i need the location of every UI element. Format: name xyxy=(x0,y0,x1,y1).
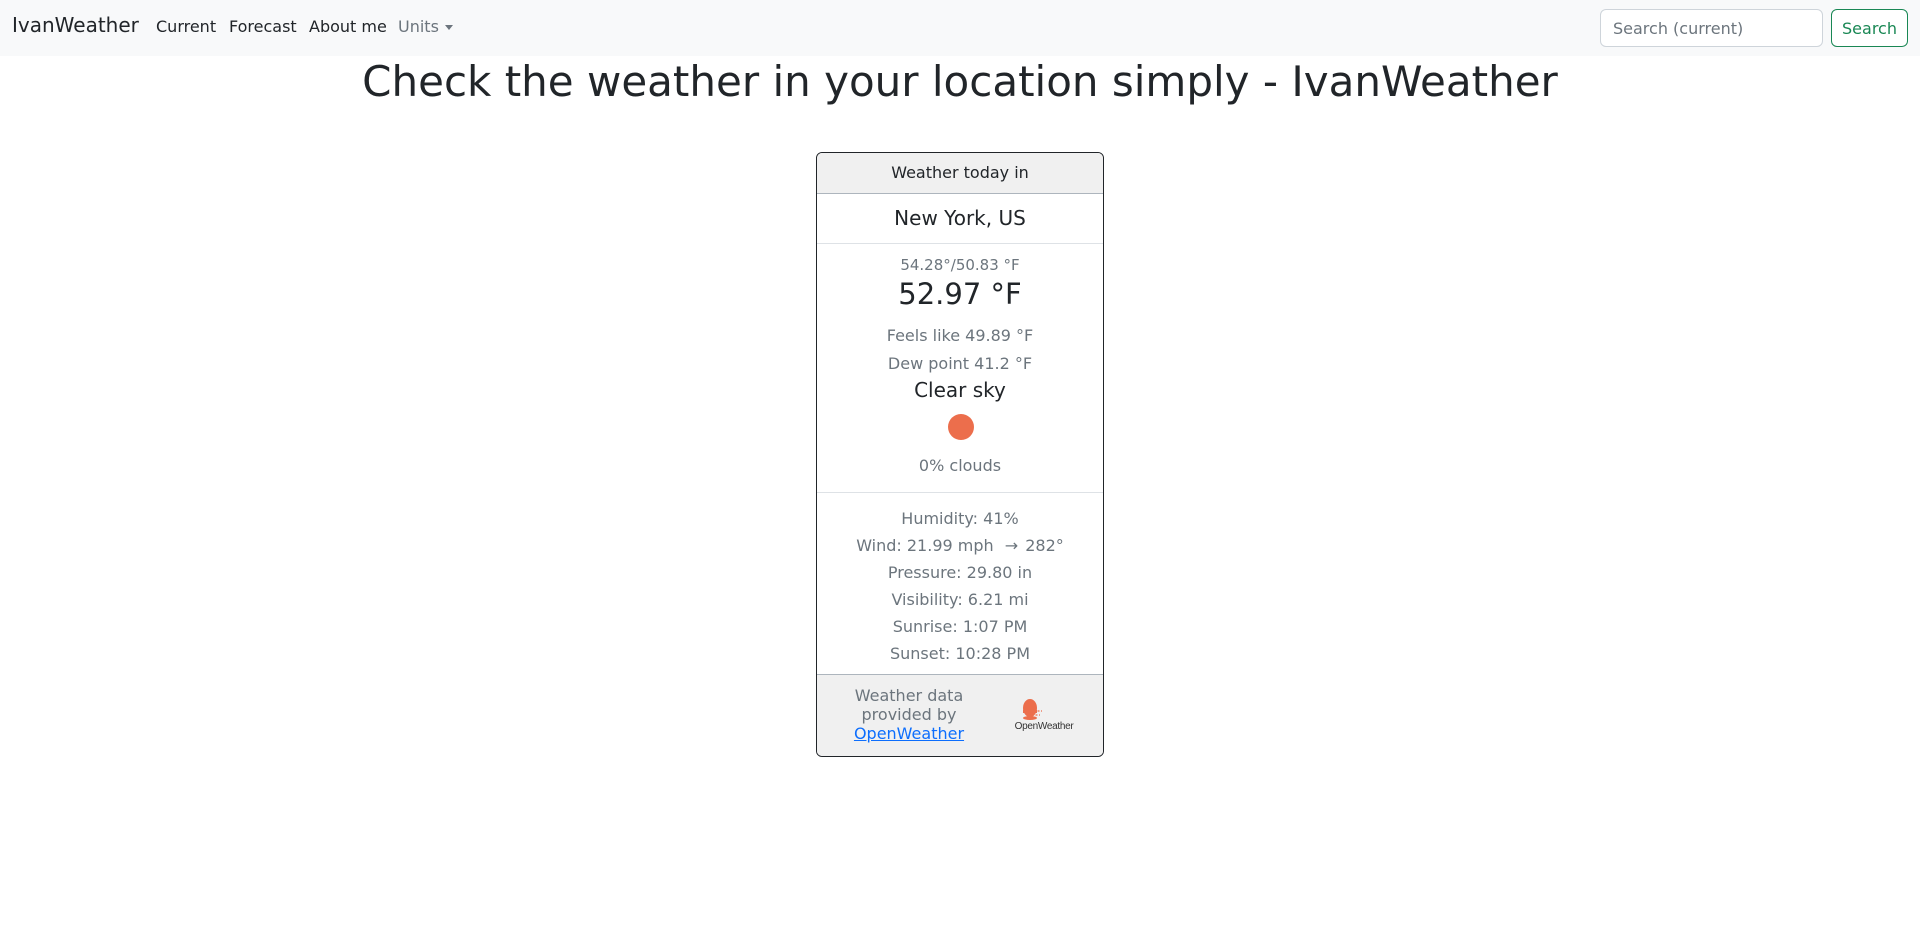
current-conditions: 54.28°/50.83 °F 52.97 °F Feels like 49.8… xyxy=(817,244,1103,493)
visibility: Visibility: 6.21 mi xyxy=(891,590,1029,609)
current-temp: 52.97 °F xyxy=(898,277,1022,311)
humidity: Humidity: 41% xyxy=(901,509,1019,528)
wind: Wind: 21.99 mph → 282° xyxy=(817,532,1103,559)
wind-direction-arrow-icon: → xyxy=(1004,536,1019,555)
min-max-temp: 54.28°/50.83 °F xyxy=(900,256,1020,274)
openweather-logo-icon xyxy=(1023,699,1042,720)
card-footer: Weather data provided by OpenWeather Ope… xyxy=(817,675,1103,756)
openweather-logo: OpenWeather xyxy=(1012,697,1076,733)
search-input[interactable] xyxy=(1600,9,1823,47)
sunrise: Sunrise: 1:07 PM xyxy=(892,617,1028,636)
pressure: Pressure: 29.80 in xyxy=(887,563,1033,582)
nav-forecast-link[interactable]: Forecast xyxy=(229,17,297,36)
cloud-coverage: 0% clouds xyxy=(918,456,1002,475)
weather-details: Humidity: 41% Wind: 21.99 mph → 282° Pre… xyxy=(817,493,1103,675)
weather-card: Weather today in New York, US 54.28°/50.… xyxy=(816,152,1104,757)
card-header: Weather today in xyxy=(817,153,1103,194)
location-name: New York, US xyxy=(817,194,1103,244)
feels-like: Feels like 49.89 °F xyxy=(886,326,1034,345)
nav-current-link[interactable]: Current xyxy=(156,17,216,36)
weather-condition: Clear sky xyxy=(914,378,1006,402)
sun-icon xyxy=(948,414,974,440)
wind-speed: Wind: 21.99 mph xyxy=(856,536,994,555)
attribution-text: Weather data provided by OpenWeather xyxy=(849,686,969,743)
dew-point: Dew point 41.2 °F xyxy=(887,354,1033,373)
nav-about-link[interactable]: About me xyxy=(309,17,387,36)
units-dropdown[interactable]: Units xyxy=(398,17,453,36)
chevron-down-icon xyxy=(444,25,453,30)
navbar: IvanWeather Current Forecast About me Un… xyxy=(0,0,1920,56)
brand-link[interactable]: IvanWeather xyxy=(12,13,139,37)
page-title: Check the weather in your location simpl… xyxy=(362,57,1558,106)
search-button[interactable]: Search xyxy=(1831,9,1908,47)
units-label: Units xyxy=(398,17,439,36)
openweather-logo-label: OpenWeather xyxy=(1014,721,1074,732)
openweather-link[interactable]: OpenWeather xyxy=(854,724,964,743)
sunset: Sunset: 10:28 PM xyxy=(889,644,1030,663)
wind-direction: 282° xyxy=(1025,536,1064,555)
attribution-label: Weather data provided by xyxy=(854,686,964,724)
